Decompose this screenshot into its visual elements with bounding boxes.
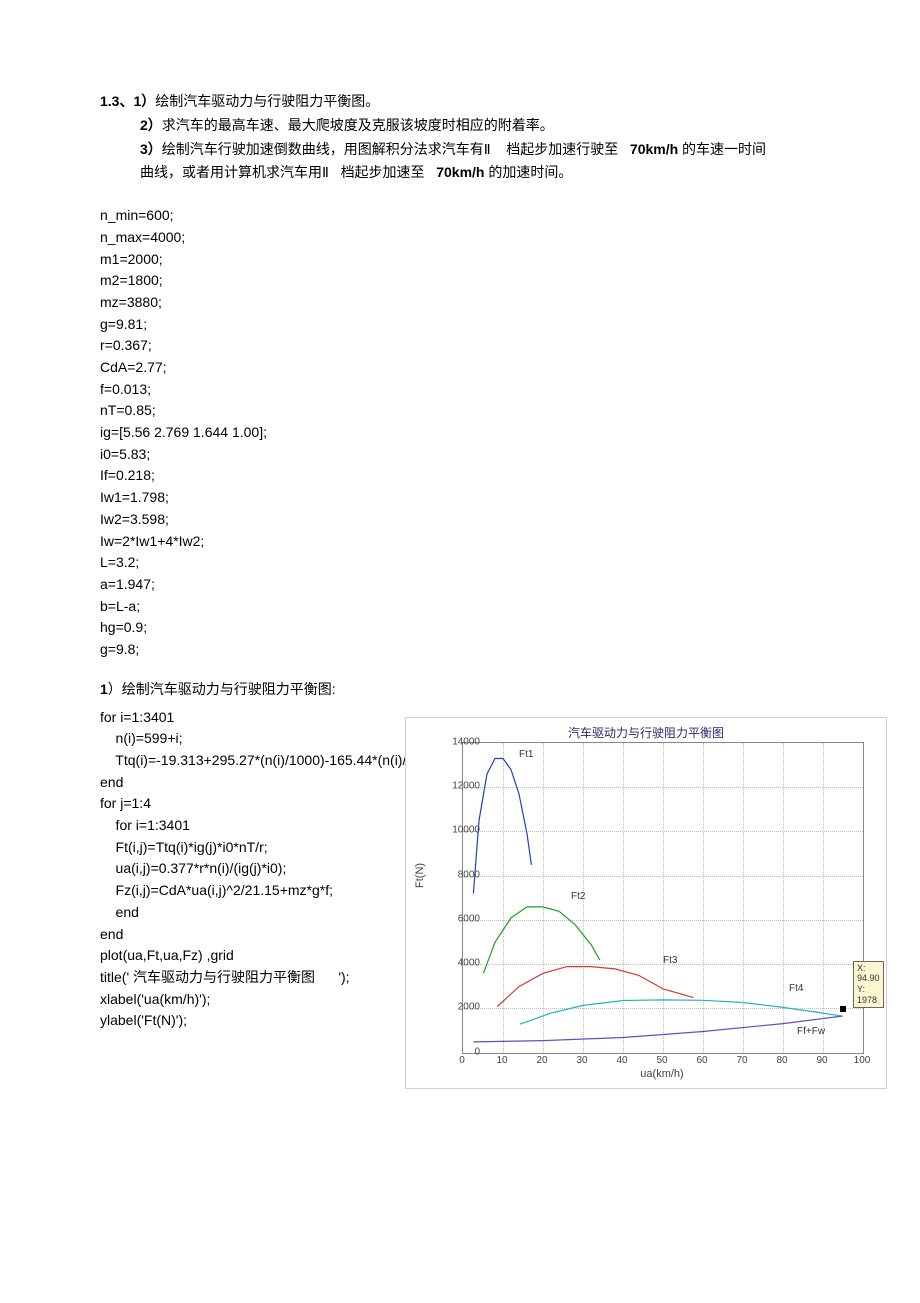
q3-num: 3） xyxy=(140,141,162,157)
xtick: 10 xyxy=(490,1055,514,1066)
label-ft1: Ft1 xyxy=(519,749,533,760)
q1-num: 1） xyxy=(133,93,155,109)
q3-l2a: 曲线，或者用计算机求汽车用Ⅱ xyxy=(140,164,329,180)
q2-num: 2） xyxy=(140,117,162,133)
problem-number: 1.3、 xyxy=(100,93,133,109)
label-ft3: Ft3 xyxy=(663,955,677,966)
label-ft2: Ft2 xyxy=(571,891,585,902)
xtick: 0 xyxy=(450,1055,474,1066)
q3-l2d: 的加速时间。 xyxy=(484,164,572,180)
section1-title: 1）绘制汽车驱动力与行驶阻力平衡图: xyxy=(100,679,830,699)
datatip-x: X: 94.90 xyxy=(857,963,880,985)
xtick: 80 xyxy=(770,1055,794,1066)
xtick: 60 xyxy=(690,1055,714,1066)
q3-d: 的车速一时间 xyxy=(678,141,766,157)
label-ft4: Ft4 xyxy=(789,983,803,994)
xtick: 30 xyxy=(570,1055,594,1066)
q2-line: 2）求汽车的最高车速、最大爬坡度及克服该坡度时相应的附着率。 xyxy=(100,114,830,138)
code-block-params: n_min=600; n_max=4000; m1=2000; m2=1800;… xyxy=(100,205,830,660)
xtick: 40 xyxy=(610,1055,634,1066)
curve-fffw xyxy=(473,1016,842,1042)
chart-axes: Ft1 Ft2 Ft3 Ft4 Ff+Fw X: 94.90 Y: 1978 xyxy=(462,742,864,1054)
chart-curves xyxy=(463,743,863,1053)
curve-ft4 xyxy=(520,1000,843,1024)
data-tip: X: 94.90 Y: 1978 xyxy=(853,961,884,1008)
data-marker xyxy=(840,1006,846,1012)
ytick: 14000 xyxy=(440,736,480,747)
label-fffw: Ff+Fw xyxy=(797,1026,825,1037)
datatip-y: Y: 1978 xyxy=(857,984,880,1006)
q3-line1: 3）绘制汽车行驶加速倒数曲线，用图解积分法求汽车有Ⅱ 档起步加速行驶至 70km… xyxy=(100,138,830,162)
ytick: 6000 xyxy=(440,913,480,924)
q1-text: 绘制汽车驱动力与行驶阻力平衡图。 xyxy=(155,93,379,109)
q3-l2c: 70km/h xyxy=(436,164,484,180)
y-axis-label: Ft(N) xyxy=(414,863,426,888)
curve-ft1 xyxy=(473,758,531,893)
q3-l2b: 档起步加速至 xyxy=(341,164,425,180)
xtick: 20 xyxy=(530,1055,554,1066)
q3-line2: 曲线，或者用计算机求汽车用Ⅱ 档起步加速至 70km/h 的加速时间。 xyxy=(100,161,830,185)
section1-num: 1 xyxy=(100,681,108,697)
q3-a: 绘制汽车行驶加速倒数曲线，用图解积分法求汽车有Ⅱ xyxy=(162,141,491,157)
ytick: 4000 xyxy=(440,958,480,969)
xtick: 70 xyxy=(730,1055,754,1066)
q1-line: 1.3、1）绘制汽车驱动力与行驶阻力平衡图。 xyxy=(100,90,830,114)
q3-b: 档起步加速行驶至 xyxy=(506,141,618,157)
ytick: 10000 xyxy=(440,825,480,836)
chart-figure: 汽车驱动力与行驶阻力平衡图 xyxy=(405,717,887,1089)
x-axis-label: ua(km/h) xyxy=(462,1068,862,1080)
section1-text: ）绘制汽车驱动力与行驶阻力平衡图: xyxy=(108,681,336,697)
xtick: 90 xyxy=(810,1055,834,1066)
ytick: 8000 xyxy=(440,869,480,880)
xtick: 50 xyxy=(650,1055,674,1066)
xtick: 100 xyxy=(850,1055,874,1066)
ytick: 12000 xyxy=(440,780,480,791)
ytick: 2000 xyxy=(440,1002,480,1013)
q3-c: 70km/h xyxy=(630,141,678,157)
q2-text: 求汽车的最高车速、最大爬坡度及克服该坡度时相应的附着率。 xyxy=(162,117,554,133)
problem-statement: 1.3、1）绘制汽车驱动力与行驶阻力平衡图。 2）求汽车的最高车速、最大爬坡度及… xyxy=(100,90,830,185)
curve-ft3 xyxy=(497,966,693,1006)
curve-ft2 xyxy=(483,907,599,973)
